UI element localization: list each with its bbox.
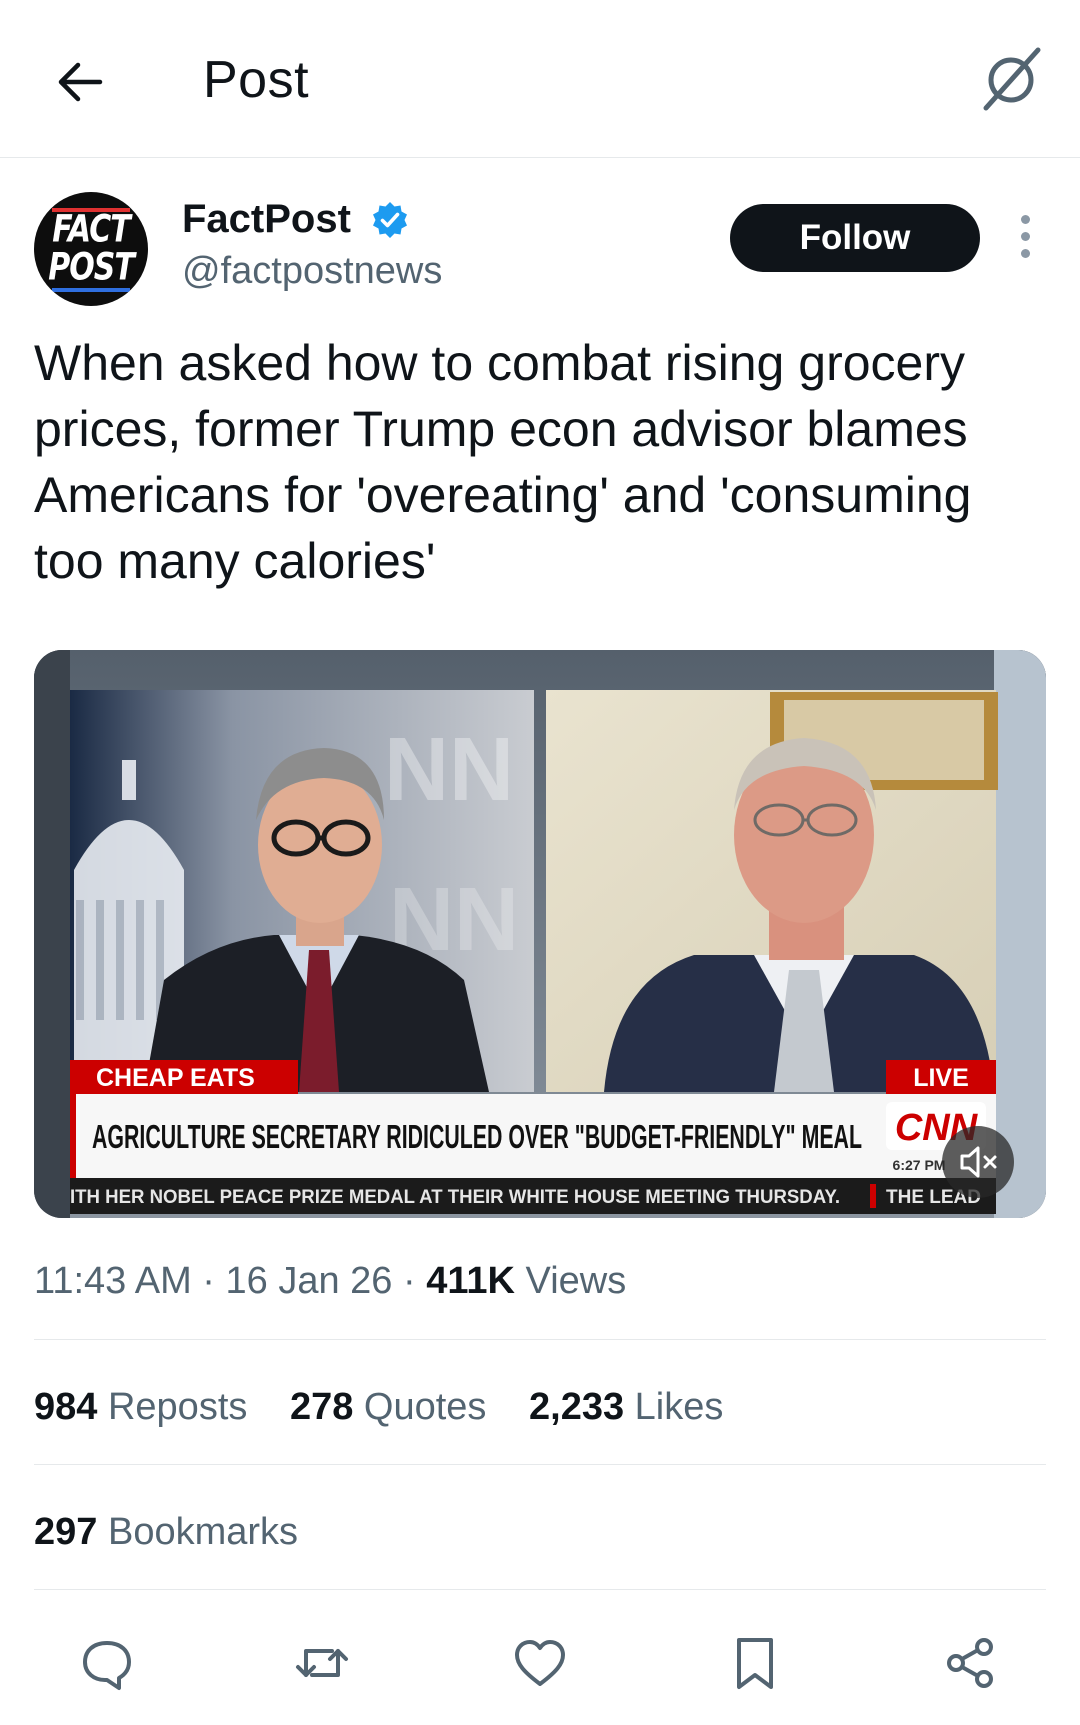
like-icon[interactable] <box>510 1633 570 1693</box>
quotes-stat[interactable]: 278 Quotes <box>290 1386 487 1428</box>
post-metadata: 11:43 AM · 16 Jan 26 · 411K Views <box>34 1260 626 1303</box>
page-title: Post <box>203 51 310 109</box>
bookmarks-label: Bookmarks <box>107 1511 299 1553</box>
news-ticker: ITH HER NOBEL PEACE PRIZE MEDAL AT THEIR… <box>70 1187 840 1208</box>
svg-text:NN: NN <box>384 720 514 820</box>
likes-stat[interactable]: 2,233 Likes <box>529 1386 723 1428</box>
bookmark-icon[interactable] <box>725 1633 785 1693</box>
chyron-headline: AGRICULTURE SECRETARY RIDICULED OVER "BU… <box>92 1118 862 1155</box>
reposts-stat[interactable]: 984 Reposts <box>34 1386 247 1428</box>
reply-icon[interactable] <box>77 1633 137 1693</box>
engagement-stats: 984 Reposts 278 Quotes 2,233 Likes <box>34 1386 755 1429</box>
repost-icon[interactable] <box>292 1633 352 1693</box>
segment-label: CHEAP EATS <box>96 1064 255 1092</box>
follow-button[interactable]: Follow <box>730 204 980 272</box>
video-frame: NN NN CHEAP EATS LIVE AGRICULTURE SECRET… <box>34 650 1046 1218</box>
grok-icon[interactable] <box>978 44 1044 114</box>
verified-badge-icon <box>370 200 410 240</box>
quotes-label: Quotes <box>363 1386 487 1428</box>
broadcast-time: 6:27 PM <box>893 1157 946 1173</box>
divider <box>34 1464 1046 1465</box>
reposts-count: 984 <box>34 1386 98 1428</box>
tweet-text: When asked how to combat rising grocery … <box>34 335 972 589</box>
likes-label: Likes <box>634 1386 724 1428</box>
bookmarks-count: 297 <box>34 1511 98 1553</box>
avatar[interactable]: FACT POST <box>34 192 148 306</box>
post-time: 11:43 AM <box>34 1260 192 1302</box>
top-bar: Post <box>0 0 1080 158</box>
live-badge: LIVE <box>913 1064 969 1092</box>
views-count: 411K <box>426 1260 515 1302</box>
avatar-text-post: POST <box>48 245 135 290</box>
post-date: 16 Jan 26 <box>225 1260 393 1302</box>
views-label: Views <box>525 1260 627 1302</box>
divider <box>34 1339 1046 1340</box>
mute-toggle-icon[interactable] <box>942 1126 1014 1198</box>
bookmarks-stat[interactable]: 297 Bookmarks <box>34 1511 298 1554</box>
back-arrow-icon[interactable] <box>50 52 110 112</box>
more-options-icon[interactable] <box>1012 215 1040 259</box>
quotes-count: 278 <box>289 1386 354 1428</box>
tweet-video[interactable]: NN NN CHEAP EATS LIVE AGRICULTURE SECRET… <box>34 650 1046 1218</box>
author-display-name[interactable]: FactPost <box>182 197 351 242</box>
avatar-accent-blue <box>52 288 130 292</box>
meta-separator-2: · <box>403 1260 416 1302</box>
reposts-label: Reposts <box>107 1386 248 1428</box>
author-handle[interactable]: @factpostnews <box>182 250 442 293</box>
likes-count: 2,233 <box>529 1386 625 1428</box>
share-icon[interactable] <box>940 1633 1000 1693</box>
divider <box>34 1589 1046 1590</box>
meta-separator-1: · <box>202 1260 215 1302</box>
